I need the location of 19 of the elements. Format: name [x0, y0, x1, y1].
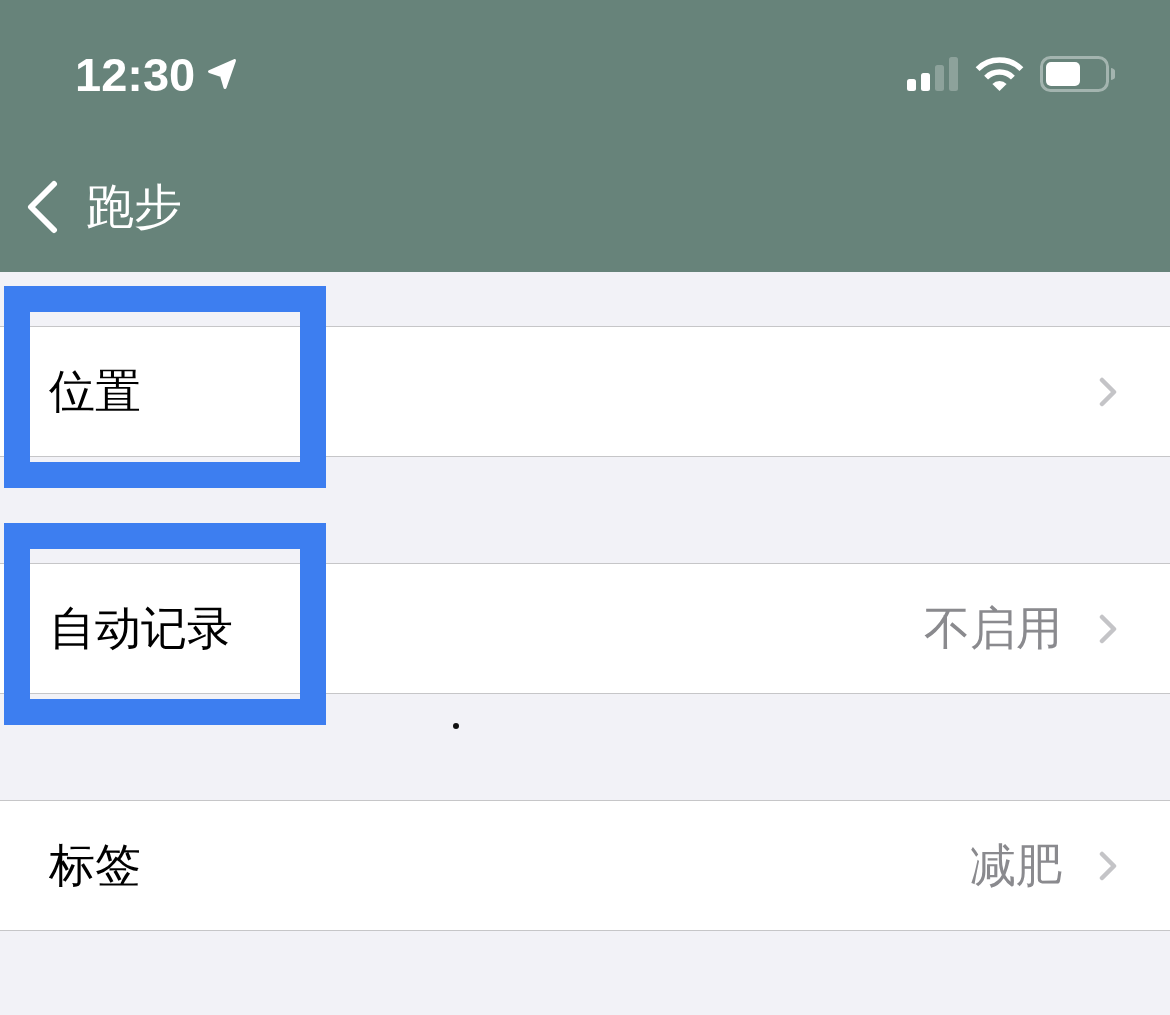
row-label: 自动记录	[49, 600, 233, 656]
wifi-icon	[975, 56, 1024, 92]
row-label: 标签	[49, 837, 141, 893]
chevron-right-icon	[1099, 376, 1117, 407]
chevron-left-icon	[27, 180, 58, 234]
back-button[interactable]: 跑步	[0, 172, 188, 242]
row-value: 减肥	[970, 837, 1062, 893]
chevron-right-icon	[1099, 850, 1117, 881]
location-arrow-icon	[207, 58, 238, 90]
status-time: 12:30	[75, 50, 196, 98]
battery-icon	[1040, 56, 1115, 92]
row-value: 不启用	[924, 600, 1062, 656]
dot-icon	[453, 723, 459, 729]
row-label: 位置	[49, 363, 141, 419]
signal-bars-icon	[907, 57, 958, 91]
chevron-right-icon	[1099, 613, 1117, 644]
list-row[interactable]: 位置	[0, 326, 1170, 457]
list-row[interactable]: 自动记录 不启用	[0, 563, 1170, 694]
list-row[interactable]: 标签 减肥	[0, 800, 1170, 931]
